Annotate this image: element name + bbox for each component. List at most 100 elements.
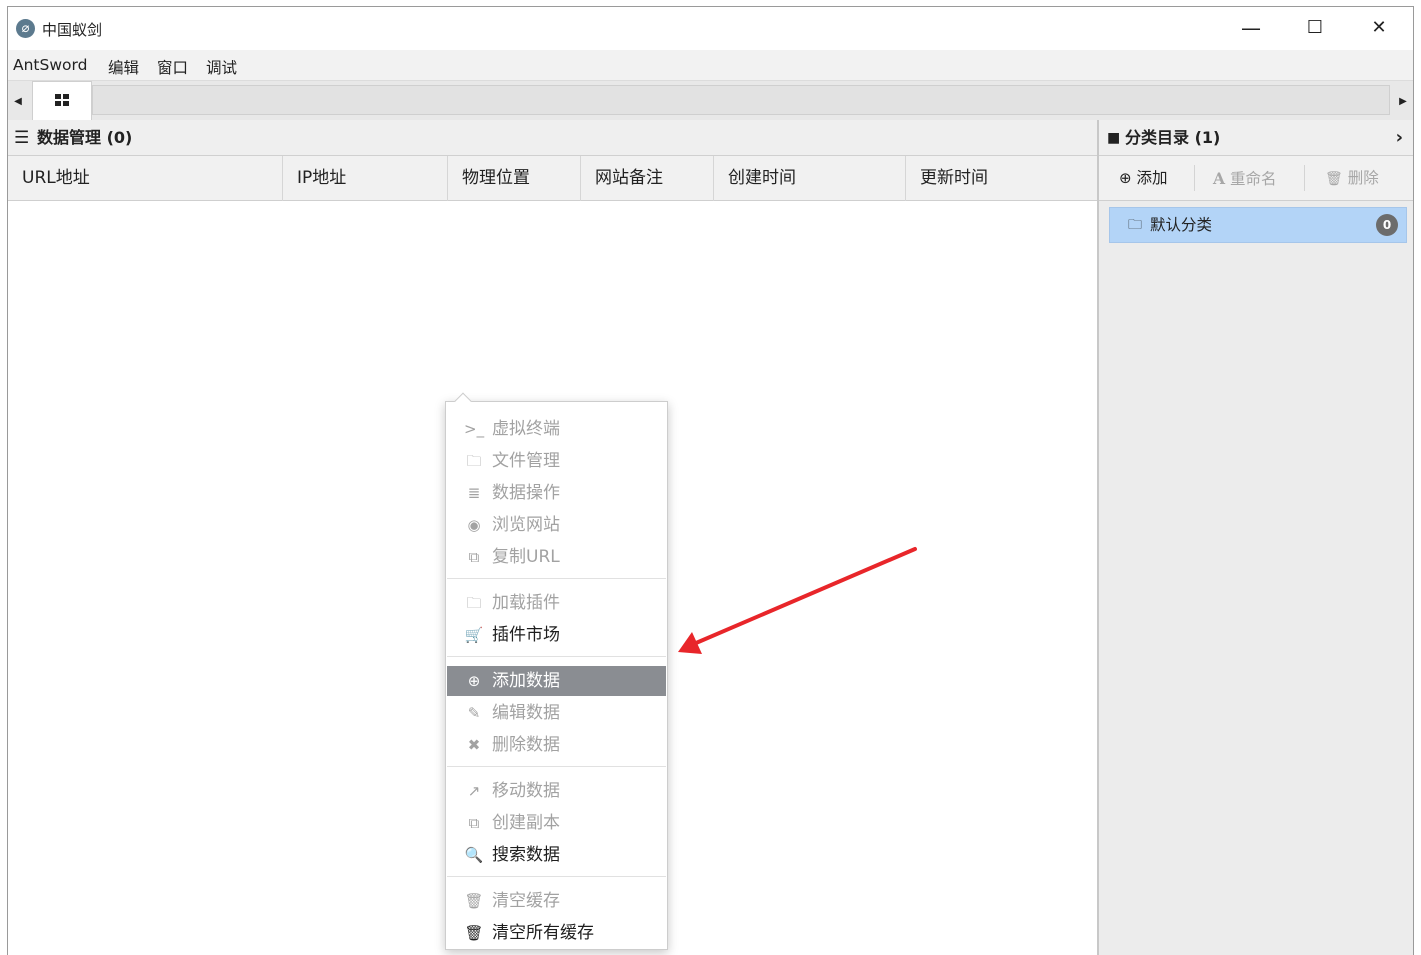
menu-item-label: 删除数据 bbox=[492, 735, 560, 755]
menu-item[interactable]: 🛒 插件市场 bbox=[447, 620, 666, 650]
menu-item-label: 搜索数据 bbox=[492, 845, 560, 865]
menu-item-label: 添加数据 bbox=[492, 671, 560, 691]
trash-icon: 🗑 bbox=[464, 924, 484, 942]
menu-item-label: 编辑数据 bbox=[492, 703, 560, 723]
collapse-chevron-icon[interactable]: › bbox=[1396, 120, 1403, 156]
add-category-button[interactable]: ⊕ 添加 bbox=[1119, 156, 1168, 201]
close-button[interactable]: ✕ bbox=[1356, 13, 1402, 45]
menu-item[interactable]: ⧉ 创建副本 bbox=[447, 808, 666, 838]
maximize-button[interactable]: ☐ bbox=[1292, 13, 1338, 45]
menu-item-label: 数据操作 bbox=[492, 483, 560, 503]
tab-home[interactable] bbox=[32, 81, 92, 121]
grid-header: URL地址 IP地址 物理位置 网站备注 创建时间 更新时间 bbox=[8, 156, 1097, 201]
menu-item[interactable]: ◉ 浏览网站 bbox=[447, 510, 666, 540]
menu-item[interactable]: 🗑 清空缓存 bbox=[447, 886, 666, 916]
cart-icon: 🛒 bbox=[464, 626, 484, 644]
share-square-icon: ↗ bbox=[467, 782, 481, 800]
menu-item[interactable]: ≣ 数据操作 bbox=[447, 478, 666, 508]
menu-window[interactable]: 窗口 bbox=[157, 56, 188, 78]
folder-icon: 🗀 bbox=[466, 452, 482, 470]
category-list bbox=[1099, 201, 1413, 955]
times-icon: ✖ bbox=[467, 736, 481, 754]
category-panel-title: 分类目录 (1) bbox=[1125, 128, 1221, 147]
trash-icon: 🗑 bbox=[1325, 171, 1343, 187]
menu-item[interactable]: 🗀 文件管理 bbox=[447, 446, 666, 476]
category-item-label: 默认分类 bbox=[1150, 216, 1213, 234]
menu-item-label: 复制URL bbox=[492, 547, 560, 567]
menu-item-label: 浏览网站 bbox=[492, 515, 560, 535]
search-icon: 🔍 bbox=[464, 846, 484, 864]
font-a-icon: A bbox=[1213, 169, 1226, 188]
chrome-icon: ◉ bbox=[467, 516, 481, 534]
column-ip[interactable]: IP地址 bbox=[283, 156, 448, 201]
menu-separator bbox=[447, 766, 666, 767]
context-menu: >_ 虚拟终端 🗀 文件管理 ≣ 数据操作 ◉ 浏览网站 ⧉ 复制URL 🗀 加载插件 🛒 插件市场 ⊕ 添加… bbox=[445, 392, 668, 950]
window-title: 中国蚁剑 bbox=[42, 21, 103, 39]
menu-item-label: 虚拟终端 bbox=[492, 419, 560, 439]
menu-separator bbox=[447, 876, 666, 877]
toolbar-divider bbox=[1194, 165, 1195, 191]
menu-item[interactable]: 🔍 搜索数据 bbox=[447, 840, 666, 870]
menu-item-label: 创建副本 bbox=[492, 813, 560, 833]
terminal-icon: >_ bbox=[464, 420, 485, 438]
folder-icon: 🗀 bbox=[1128, 217, 1142, 233]
antsword-logo-icon: ⌀ bbox=[16, 19, 35, 38]
add-category-label: 添加 bbox=[1136, 169, 1168, 187]
copy-icon: ⧉ bbox=[468, 548, 480, 566]
trash-icon: 🗑 bbox=[464, 892, 484, 910]
column-note[interactable]: 网站备注 bbox=[581, 156, 714, 201]
app-window: ⌀ 中国蚁剑 — ☐ ✕ AntSword 编辑 窗口 调试 ◀ ▶ ☰ 数据管… bbox=[7, 6, 1414, 955]
column-url[interactable]: URL地址 bbox=[8, 156, 283, 201]
plus-circle-icon: ⊕ bbox=[467, 672, 481, 690]
delete-category-button[interactable]: 🗑 删除 bbox=[1325, 156, 1379, 201]
delete-category-label: 删除 bbox=[1347, 169, 1379, 187]
category-item-default[interactable]: 🗀 默认分类 0 bbox=[1109, 207, 1407, 243]
menu-item-label: 移动数据 bbox=[492, 781, 560, 801]
tab-scroll-right-icon[interactable]: ▶ bbox=[1395, 89, 1411, 115]
category-count-badge: 0 bbox=[1376, 214, 1398, 236]
column-created[interactable]: 创建时间 bbox=[714, 156, 906, 201]
data-panel-header: ☰ 数据管理 (0) bbox=[8, 120, 1097, 156]
database-icon: ≣ bbox=[467, 484, 481, 502]
menu-item[interactable]: ⧉ 复制URL bbox=[447, 542, 666, 572]
plus-circle-icon: ⊕ bbox=[1119, 169, 1132, 187]
edit-icon: ✎ bbox=[467, 704, 481, 722]
column-location[interactable]: 物理位置 bbox=[448, 156, 581, 201]
menu-item-label: 插件市场 bbox=[492, 625, 560, 645]
toolbar-divider bbox=[1304, 165, 1305, 191]
menu-separator bbox=[447, 656, 666, 657]
menu-edit[interactable]: 编辑 bbox=[108, 56, 139, 78]
tab-scroll-left-icon[interactable]: ◀ bbox=[10, 89, 26, 115]
menu-item[interactable]: 🗑 清空所有缓存 bbox=[447, 918, 666, 948]
menu-item-label: 清空所有缓存 bbox=[492, 923, 594, 943]
menu-item[interactable]: >_ 虚拟终端 bbox=[447, 414, 666, 444]
menu-antsword[interactable]: AntSword bbox=[13, 56, 87, 74]
rename-category-button[interactable]: A 重命名 bbox=[1213, 156, 1276, 201]
menu-item[interactable]: ↗ 移动数据 bbox=[447, 776, 666, 806]
menu-item[interactable]: ✖ 删除数据 bbox=[447, 730, 666, 760]
category-toolbar: ⊕ 添加 A 重命名 🗑 删除 bbox=[1099, 156, 1413, 201]
menu-separator bbox=[447, 578, 666, 579]
menu-item[interactable]: 🗀 加载插件 bbox=[447, 588, 666, 618]
menu-item-label: 清空缓存 bbox=[492, 891, 560, 911]
rename-category-label: 重命名 bbox=[1229, 170, 1277, 188]
copy-icon: ⧉ bbox=[468, 814, 480, 832]
tab-strip bbox=[92, 85, 1390, 115]
menu-item-label: 加载插件 bbox=[492, 593, 560, 613]
category-panel: ■ 分类目录 (1) › ⊕ 添加 A 重命名 🗑 删除 🗀 默认分类 0 bbox=[1098, 120, 1413, 955]
menu-bar: AntSword 编辑 窗口 调试 bbox=[8, 50, 1413, 80]
column-updated[interactable]: 更新时间 bbox=[906, 156, 1098, 201]
tab-bar: ◀ ▶ bbox=[8, 80, 1413, 121]
list-icon: ☰ bbox=[14, 128, 30, 148]
data-panel-title: 数据管理 (0) bbox=[37, 128, 133, 147]
minimize-button[interactable]: — bbox=[1228, 13, 1274, 45]
folder-solid-icon: ■ bbox=[1107, 130, 1121, 146]
grid-icon bbox=[55, 94, 69, 106]
category-panel-header: ■ 分类目录 (1) › bbox=[1099, 120, 1413, 156]
title-bar: ⌀ 中国蚁剑 — ☐ ✕ bbox=[8, 7, 1413, 50]
menu-item[interactable]: ✎ 编辑数据 bbox=[447, 698, 666, 728]
menu-debug[interactable]: 调试 bbox=[206, 56, 237, 78]
menu-item-label: 文件管理 bbox=[492, 451, 560, 471]
menu-item[interactable]: ⊕ 添加数据 bbox=[447, 666, 666, 696]
folder-icon: 🗀 bbox=[466, 594, 482, 612]
